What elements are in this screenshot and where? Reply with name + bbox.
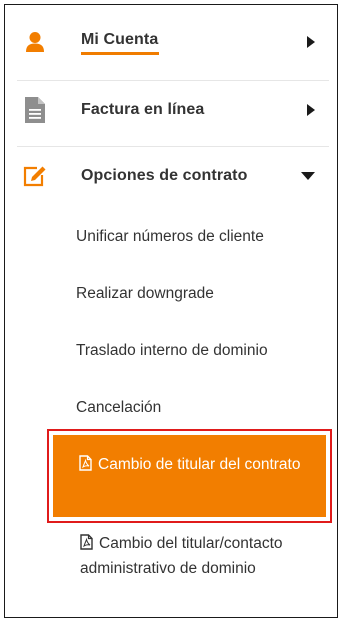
menu-item-label: Opciones de contrato bbox=[81, 167, 248, 184]
submenu-item-traslado[interactable]: Traslado interno de dominio bbox=[76, 342, 268, 360]
menu-item-factura-en-linea[interactable]: Factura en línea bbox=[17, 77, 329, 143]
submenu-item-unificar[interactable]: Unificar números de cliente bbox=[76, 228, 264, 246]
document-icon bbox=[17, 97, 53, 123]
active-underline bbox=[81, 52, 159, 55]
edit-icon bbox=[17, 165, 53, 187]
caret-down-icon bbox=[301, 172, 315, 180]
submenu-item-downgrade[interactable]: Realizar downgrade bbox=[76, 285, 214, 303]
menu-item-mi-cuenta[interactable]: Mi Cuenta bbox=[17, 9, 329, 75]
doc-item-label: Cambio del titular/contacto administrati… bbox=[80, 535, 283, 577]
submenu-item-cambio-titular-contrato[interactable]: Cambio de titular del contrato bbox=[53, 435, 326, 517]
pdf-icon bbox=[80, 534, 93, 557]
caret-right-icon bbox=[307, 36, 315, 48]
submenu-item-cancelacion[interactable]: Cancelación bbox=[76, 399, 161, 417]
sidebar-menu-panel: Mi Cuenta Factura en línea Opciones de c… bbox=[4, 4, 338, 618]
menu-item-label: Factura en línea bbox=[81, 101, 205, 118]
pdf-icon bbox=[79, 455, 92, 479]
active-item-label: Cambio de titular del contrato bbox=[98, 456, 301, 473]
caret-right-icon bbox=[307, 104, 315, 116]
menu-item-opciones-de-contrato[interactable]: Opciones de contrato bbox=[17, 143, 329, 209]
submenu-item-cambio-titular-dominio[interactable]: Cambio del titular/contacto administrati… bbox=[80, 532, 320, 580]
user-icon bbox=[17, 31, 53, 53]
menu-item-label: Mi Cuenta bbox=[81, 31, 159, 55]
